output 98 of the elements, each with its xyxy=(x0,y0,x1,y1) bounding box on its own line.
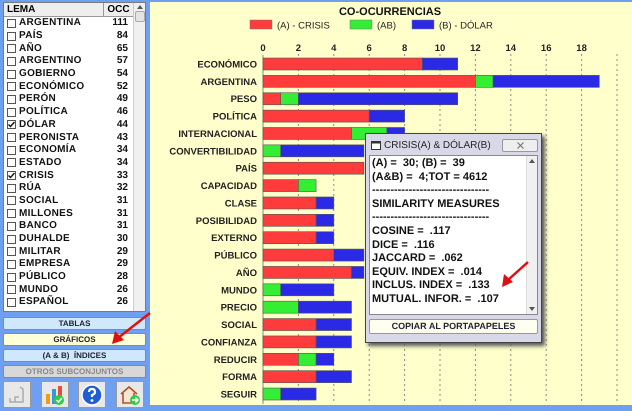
category-label: REDUCIR xyxy=(214,354,257,366)
word-label[interactable]: CRISIS xyxy=(19,170,108,182)
word-label[interactable]: POLÍTICA xyxy=(19,106,108,118)
count-value: 57 xyxy=(116,55,128,68)
count-value: 49 xyxy=(116,93,128,106)
word-label[interactable]: ARGENTINA xyxy=(19,17,108,30)
axis-tick-label: 8 xyxy=(402,43,408,54)
word-label[interactable]: ESPAÑOL xyxy=(19,296,108,308)
column-header[interactable]: LEMA xyxy=(4,3,104,16)
legend-label: (A) - CRISIS xyxy=(277,20,330,32)
result-line: (A&B) = 4;TOT = 4612 xyxy=(372,170,488,184)
axis-tick-label: 12 xyxy=(470,43,481,54)
count-value: 34 xyxy=(116,156,128,169)
category-label: PÚBLICO xyxy=(214,250,257,262)
count-value: 33 xyxy=(116,170,128,182)
word-label[interactable]: ARGENTINO xyxy=(19,55,108,68)
result-line: INCLUS. INDEX = .133 xyxy=(372,279,491,293)
count-value: 29 xyxy=(116,258,128,270)
word-label[interactable]: DUHALDE xyxy=(19,233,108,246)
word-label[interactable]: EMPRESA xyxy=(19,258,108,270)
result-line: -------------------------------- xyxy=(372,184,490,198)
axis-tick-label: 4 xyxy=(331,43,336,54)
category-label: CONVERTIBILIDAD xyxy=(169,146,257,158)
word-label[interactable]: AÑO xyxy=(19,42,108,55)
word-label[interactable]: MILITAR xyxy=(19,246,108,258)
category-label: EXTERNO xyxy=(211,233,257,244)
word-label[interactable]: RÚA xyxy=(19,182,108,194)
result-line: EQUIV. INDEX = .014 xyxy=(372,266,483,280)
word-label[interactable]: PAÍS xyxy=(19,30,108,42)
category-label: PRECIO xyxy=(220,302,257,314)
copy-button[interactable]: COPIAR AL PORTAPAPELES xyxy=(369,319,538,334)
count-value: 31 xyxy=(116,194,128,207)
legend-label: (AB) xyxy=(377,20,396,32)
result-line: (A) = 30; (B) = 39 xyxy=(372,157,466,171)
count-value: 31 xyxy=(116,208,128,220)
word-label[interactable]: MUNDO xyxy=(19,284,108,296)
category-label: POSIBILIDAD xyxy=(196,216,257,227)
word-label[interactable]: ESTADO xyxy=(19,156,108,169)
count-value: 30 xyxy=(116,233,128,246)
category-label: ARGENTINA xyxy=(200,76,257,88)
category-label: ECONÓMICO xyxy=(197,60,257,70)
count-value: 43 xyxy=(116,132,128,144)
count-value: 32 xyxy=(116,182,128,194)
count-value: 31 xyxy=(116,220,128,232)
count-value: 52 xyxy=(116,80,128,93)
count-value: 26 xyxy=(116,284,128,296)
word-label[interactable]: PERONISTA xyxy=(19,132,108,144)
count-value: 29 xyxy=(116,246,128,258)
result-line: MUTUAL. INFOR. = .107 xyxy=(372,292,500,307)
category-label: CAPACIDAD xyxy=(200,181,257,192)
word-label[interactable]: ECONÓMICO xyxy=(19,80,108,93)
axis-tick-label: 10 xyxy=(434,43,446,54)
legend-label: (B) - DÓLAR xyxy=(439,20,493,32)
count-value: 46 xyxy=(116,106,128,118)
count-value: 44 xyxy=(116,118,128,131)
category-label: AÑO xyxy=(236,268,257,279)
result-line: DICE = .116 xyxy=(372,238,436,252)
count-value: 111 xyxy=(111,17,128,30)
menu-button[interactable]: (A & B) ÍNDICES xyxy=(3,349,146,362)
word-label[interactable]: ECONOMÍA xyxy=(19,144,108,156)
result-line: JACCARD = .062 xyxy=(372,252,464,266)
result-line: COSINE = .117 xyxy=(372,224,452,239)
word-label[interactable]: MILLONES xyxy=(19,208,108,220)
category-label: CLASE xyxy=(224,198,257,210)
category-label: PAÍS xyxy=(236,164,257,175)
axis-tick-label: 6 xyxy=(366,43,372,54)
category-label: MUNDO xyxy=(221,285,257,296)
word-label[interactable]: PERÓN xyxy=(19,93,108,106)
axis-tick-label: 14 xyxy=(506,43,516,54)
word-label[interactable]: SOCIAL xyxy=(19,194,108,207)
count-value: 54 xyxy=(116,68,128,80)
category-label: SEGUIR xyxy=(220,390,257,401)
axis-tick-label: 2 xyxy=(296,43,302,54)
category-label: INTERNACIONAL xyxy=(178,128,257,140)
result-line: -------------------------------- xyxy=(372,211,490,225)
word-label[interactable]: GOBIERNO xyxy=(19,68,108,80)
menu-button[interactable]: TABLAS xyxy=(3,317,146,330)
category-label: SOCIAL xyxy=(221,320,257,332)
word-label[interactable]: BANCO xyxy=(19,220,108,232)
category-label: POLÍTICA xyxy=(212,112,257,123)
column-header[interactable]: OCC xyxy=(104,3,133,16)
result-line: SIMILARITY MEASURES xyxy=(372,198,501,212)
category-label: FORMA xyxy=(222,372,257,384)
window-title: CRISIS(A) & DÓLAR(B) xyxy=(384,138,491,152)
menu-button[interactable]: GRÁFICOS xyxy=(3,333,146,346)
word-label[interactable]: PÚBLICO xyxy=(19,271,108,284)
count-value: 65 xyxy=(116,42,128,55)
count-value: 28 xyxy=(116,271,128,284)
axis-tick-label: 18 xyxy=(576,43,587,54)
axis-tick-label: 0 xyxy=(260,43,266,54)
category-label: PESO xyxy=(230,94,257,106)
count-value: 84 xyxy=(116,30,128,42)
chart-title: CO-OCURRENCIAS xyxy=(338,6,442,18)
axis-tick-label: 16 xyxy=(540,43,552,54)
category-label: CONFIANZA xyxy=(201,337,257,348)
word-label[interactable]: DÓLAR xyxy=(19,118,108,131)
count-value: 34 xyxy=(116,144,128,156)
count-value: 26 xyxy=(116,296,128,308)
